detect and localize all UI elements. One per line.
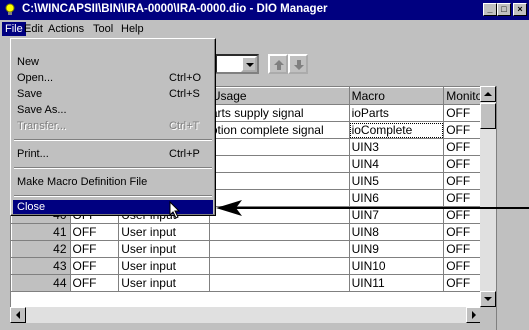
macro-cell[interactable]: UIN9 <box>349 240 445 258</box>
table-row[interactable]: 41OFFUser inputUIN8OFFON <box>11 223 528 241</box>
row-number: 44 <box>11 274 71 292</box>
scroll-thumb[interactable] <box>480 103 496 129</box>
macro-cell[interactable]: UIN5 <box>349 172 445 190</box>
triangle-left-icon <box>16 311 20 319</box>
menu-separator <box>14 195 212 197</box>
menu-edit[interactable]: Edit <box>21 22 46 36</box>
menu-item-open[interactable]: Open... Ctrl+O <box>13 71 213 85</box>
triangle-right-icon <box>472 311 476 319</box>
macro-cell[interactable]: UIN3 <box>349 138 445 156</box>
table-row[interactable]: 43OFFUser inputUIN10OFFON <box>11 257 528 275</box>
menu-help[interactable]: Help <box>118 22 147 36</box>
menu-item-close[interactable]: Close <box>13 200 213 214</box>
triangle-up-icon <box>484 92 492 96</box>
move-up-button[interactable] <box>268 54 288 74</box>
usage-cell[interactable]: Parts supply signal <box>209 104 350 122</box>
usage-cell[interactable] <box>209 155 350 173</box>
io-state-cell[interactable]: OFF <box>70 223 120 241</box>
macro-cell[interactable]: UIN11 <box>349 274 445 292</box>
title-bar[interactable]: C:\WINCAPSII\BIN\IRA-0000\IRA-0000.dio -… <box>0 0 529 20</box>
arrow-down-icon <box>294 60 304 70</box>
usage-cell[interactable] <box>209 257 350 275</box>
menu-actions[interactable]: Actions <box>45 22 87 36</box>
usage-cell[interactable] <box>209 138 350 156</box>
file-menu-dropdown: New Open... Ctrl+O Save Ctrl+S Save As... … <box>10 38 216 216</box>
usage-cell[interactable] <box>209 172 350 190</box>
row-number: 42 <box>11 240 71 258</box>
menu-bar: File Edit Actions Tool Help <box>0 20 529 38</box>
io-type-cell[interactable]: User input <box>118 274 210 292</box>
menu-item-save-as[interactable]: Save As... <box>13 103 213 117</box>
minimize-button[interactable]: _ <box>483 3 497 16</box>
chevron-down-icon[interactable] <box>241 56 257 72</box>
menu-separator <box>14 167 212 169</box>
io-state-cell[interactable]: OFF <box>70 257 120 275</box>
maximize-button[interactable]: □ <box>497 3 511 16</box>
scrollbar-corner <box>480 307 496 323</box>
io-type-cell[interactable]: User input <box>118 240 210 258</box>
callout-arrow-icon <box>216 200 529 216</box>
col-header-macro[interactable]: Macro <box>348 87 445 105</box>
move-down-button[interactable] <box>288 54 308 74</box>
usage-cell[interactable] <box>209 223 350 241</box>
table-row[interactable]: 42OFFUser inputUIN9OFFON <box>11 240 528 258</box>
macro-cell[interactable]: UIN8 <box>349 223 445 241</box>
scroll-down-button[interactable] <box>480 291 496 307</box>
usage-cell[interactable] <box>209 274 350 292</box>
toolbar-combo[interactable] <box>215 54 259 74</box>
row-number: 43 <box>11 257 71 275</box>
usage-cell[interactable] <box>209 240 350 258</box>
close-button[interactable]: × <box>513 3 527 16</box>
lightbulb-icon <box>5 3 15 15</box>
macro-cell[interactable]: ioComplete <box>349 121 445 139</box>
menu-item-new[interactable]: New <box>13 55 213 69</box>
mouse-cursor-icon <box>169 201 181 219</box>
table-row[interactable]: 44OFFUser inputUIN11OFFON <box>11 274 528 292</box>
menu-tool[interactable]: Tool <box>90 22 116 36</box>
vertical-scrollbar[interactable] <box>480 86 496 307</box>
window-title: C:\WINCAPSII\BIN\IRA-0000\IRA-0000.dio -… <box>22 3 328 15</box>
macro-cell[interactable]: ioParts <box>349 104 445 122</box>
scroll-up-button[interactable] <box>480 86 496 102</box>
macro-cell[interactable]: UIN4 <box>349 155 445 173</box>
col-header-usage[interactable]: Usage <box>208 87 350 105</box>
row-number: 41 <box>11 223 71 241</box>
menu-item-print[interactable]: Print... Ctrl+P <box>13 147 213 161</box>
arrow-up-icon <box>274 60 284 70</box>
io-type-cell[interactable]: User input <box>118 223 210 241</box>
menu-separator <box>14 139 212 141</box>
triangle-down-icon <box>484 297 492 301</box>
dio-manager-window: C:\WINCAPSII\BIN\IRA-0000\IRA-0000.dio -… <box>0 0 529 330</box>
io-state-cell[interactable]: OFF <box>70 274 120 292</box>
scroll-left-button[interactable] <box>10 307 26 323</box>
io-type-cell[interactable]: User input <box>118 257 210 275</box>
horizontal-scrollbar[interactable] <box>10 307 496 323</box>
menu-item-save[interactable]: Save Ctrl+S <box>13 87 213 101</box>
usage-cell[interactable]: Motion complete signal <box>209 121 350 139</box>
menu-item-transfer: Transfer... Ctrl+T <box>17 120 200 132</box>
menu-item-make-macro[interactable]: Make Macro Definition File <box>13 175 213 189</box>
macro-cell[interactable]: UIN10 <box>349 257 445 275</box>
io-state-cell[interactable]: OFF <box>70 240 120 258</box>
